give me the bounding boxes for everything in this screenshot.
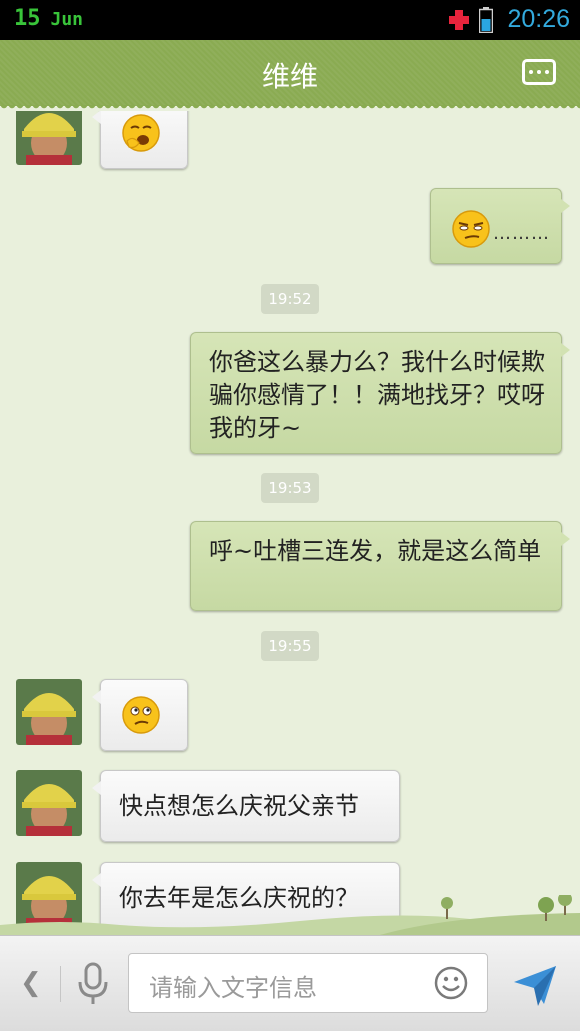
message-bubble[interactable] xyxy=(92,679,188,751)
avatar[interactable] xyxy=(16,111,82,165)
more-dot xyxy=(537,70,541,74)
avatar[interactable] xyxy=(16,770,82,836)
battery-icon xyxy=(479,7,493,33)
chevron-left-icon[interactable]: ❮ xyxy=(20,968,42,998)
chat-screen: 15 Jun 20:26 维维 ……… 19:52 你爸这么暴力么？我什么时候欺… xyxy=(0,0,580,1031)
status-bar: 15 Jun 20:26 xyxy=(0,0,580,40)
timestamp-badge: 19:53 xyxy=(261,473,319,503)
message-bubble[interactable]: 快点想怎么庆祝父亲节 xyxy=(92,770,400,842)
more-dot xyxy=(545,70,549,74)
timestamp-badge: 19:52 xyxy=(261,284,319,314)
divider xyxy=(60,966,61,1002)
send-icon[interactable] xyxy=(512,962,558,1008)
chat-title: 维维 xyxy=(261,60,318,93)
message-bubble[interactable]: ……… xyxy=(430,188,570,264)
medical-alert-icon xyxy=(449,10,469,30)
confused-emoji-icon xyxy=(122,696,160,734)
input-bar: ❮ 请输入文字信息 xyxy=(0,935,580,1031)
landscape-decoration xyxy=(0,895,580,935)
status-month: Jun xyxy=(50,9,84,30)
message-text: 你爸这么暴力么？我什么时候欺骗你感情了！！满地找牙？哎呀我的牙~ xyxy=(209,348,545,442)
message-bubble[interactable] xyxy=(92,111,188,169)
message-text: 快点想怎么庆祝父亲节 xyxy=(119,792,359,820)
status-time: 20:26 xyxy=(507,5,570,33)
more-options-button[interactable] xyxy=(522,59,556,85)
yawn-emoji-icon xyxy=(122,114,160,152)
message-bubble[interactable]: 呼~吐槽三连发，就是这么简单 xyxy=(190,521,570,611)
smiley-icon[interactable] xyxy=(434,966,468,1000)
status-day: 15 xyxy=(14,6,41,31)
message-text: ……… xyxy=(493,223,550,244)
message-text: 呼~吐槽三连发，就是这么简单 xyxy=(209,537,542,565)
avatar[interactable] xyxy=(16,679,82,745)
message-bubble[interactable]: 你爸这么暴力么？我什么时候欺骗你感情了！！满地找牙？哎呀我的牙~ xyxy=(190,332,570,454)
more-options-icon xyxy=(529,70,533,74)
timestamp-badge: 19:55 xyxy=(261,631,319,661)
microphone-icon[interactable] xyxy=(77,962,109,1006)
title-bar: 维维 xyxy=(0,40,580,111)
smug-emoji-icon xyxy=(452,210,490,248)
chat-area[interactable]: ……… 19:52 你爸这么暴力么？我什么时候欺骗你感情了！！满地找牙？哎呀我的… xyxy=(0,111,580,935)
status-date: 15 Jun xyxy=(14,6,83,31)
